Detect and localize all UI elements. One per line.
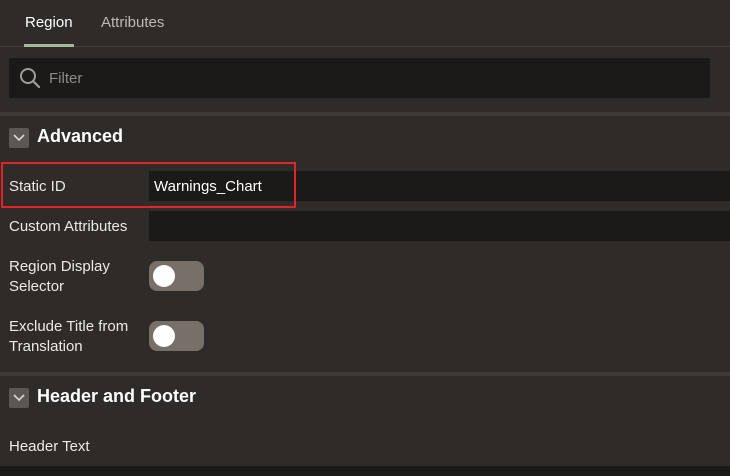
chevron-down-icon [13,134,25,142]
label-line: Translation [9,338,83,355]
static-id-input[interactable] [149,171,730,201]
collapse-toggle[interactable] [9,388,29,408]
tab-attributes[interactable]: Attributes [101,14,164,47]
section-divider [0,112,730,116]
property-editor: Region Attributes Advanced Static ID Cus… [0,0,730,476]
section-header-header-and-footer[interactable]: Header and Footer [0,377,730,421]
label-line: Exclude Title from [9,318,129,335]
toggle-knob [153,265,175,287]
section-header-advanced[interactable]: Advanced [0,117,730,161]
custom-attributes-input[interactable] [149,211,730,241]
custom-attributes-label: Custom Attributes [9,218,128,235]
tab-bar: Region Attributes [0,0,730,47]
filter-input[interactable] [49,58,699,98]
filter-box [9,58,710,98]
chevron-down-icon [13,394,25,402]
collapse-toggle[interactable] [9,128,29,148]
header-text-input[interactable] [0,466,730,476]
region-display-selector-toggle[interactable] [149,261,204,291]
exclude-title-toggle[interactable] [149,321,204,351]
label-line: Region Display [9,258,110,275]
search-icon [20,68,41,89]
label-line: Selector [9,278,65,295]
section-title: Advanced [37,126,124,146]
exclude-title-label: Exclude Title from Translation [9,317,128,357]
static-id-label: Static ID [9,178,66,195]
tab-region[interactable]: Region [24,14,74,47]
section-divider [0,372,730,376]
toggle-knob [153,325,175,347]
section-title: Header and Footer [37,386,197,406]
header-text-label: Header Text [9,438,90,455]
region-display-selector-label: Region Display Selector [9,257,110,297]
